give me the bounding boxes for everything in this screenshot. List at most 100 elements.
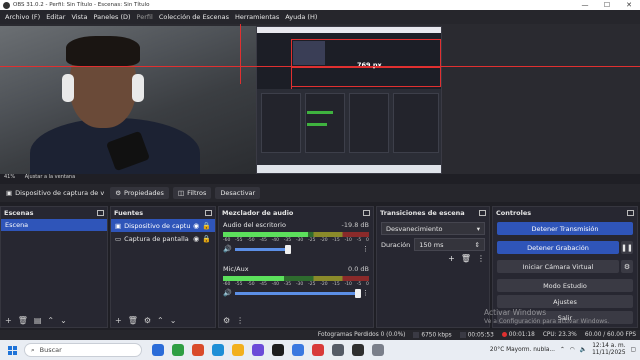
pinned-app-icon[interactable]	[192, 344, 204, 356]
pinned-app-icon[interactable]	[152, 344, 164, 356]
monitor-icon: ▭	[115, 234, 122, 243]
move-down-icon[interactable]: ⌄	[60, 316, 67, 325]
settings-button[interactable]: Ajustes	[497, 295, 633, 308]
lock-icon[interactable]: 🔒	[202, 222, 211, 230]
record-icon	[501, 332, 507, 337]
source-item-capture-device[interactable]: ▣ Dispositivo de captura d ◉ 🔒	[111, 219, 215, 232]
minimize-button[interactable]: —	[574, 1, 596, 9]
menu-coleccion-escenas[interactable]: Colección de Escenas	[156, 13, 232, 21]
scene-filters-icon[interactable]: ▤	[34, 316, 42, 325]
transition-type-select[interactable]: Desvanecimiento ▾	[381, 222, 485, 235]
speaker-icon[interactable]: 🔊	[223, 289, 232, 297]
fit-to-window[interactable]: Ajustar a la ventana	[25, 174, 75, 180]
gear-icon[interactable]: ⚙	[621, 260, 633, 273]
pinned-app-icon[interactable]	[252, 344, 264, 356]
fader-knob[interactable]	[355, 288, 361, 298]
move-down-icon[interactable]: ⌄	[170, 316, 177, 325]
speaker-icon[interactable]: 🔊	[223, 245, 232, 253]
scene-item[interactable]: Escena	[1, 219, 107, 231]
clock[interactable]: 12:14 a. m. 11/11/2025	[592, 343, 625, 357]
weather-widget[interactable]: 20°C Mayorm. nubla...	[490, 347, 555, 353]
fader-track[interactable]	[234, 244, 291, 254]
fader-knob[interactable]	[285, 244, 291, 254]
pinned-app-icon[interactable]	[312, 344, 324, 356]
menu-editar[interactable]: Editar	[43, 13, 68, 21]
pinned-app-icon[interactable]	[212, 344, 224, 356]
webcam-source-preview[interactable]	[0, 26, 256, 174]
pinned-app-icon[interactable]	[292, 344, 304, 356]
spinner-icon[interactable]: ⇕	[475, 241, 480, 249]
duration-input[interactable]: 150 ms ⇕	[414, 238, 485, 251]
cpu-usage: CPU: 23.3%	[542, 332, 577, 338]
volume-fader[interactable]: 🔊 ⋮	[223, 288, 369, 298]
move-up-icon[interactable]: ⌃	[157, 316, 164, 325]
undock-icon[interactable]	[205, 210, 212, 216]
menu-vista[interactable]: Vista	[68, 13, 90, 21]
move-up-icon[interactable]: ⌃	[47, 316, 54, 325]
mixer-channel-mic: Mic/Aux 0.0 dB -60 -55 -50 -45 -40 -35 -30 -25-…	[219, 263, 373, 307]
visibility-eye-icon[interactable]: ◉	[193, 222, 199, 230]
screen-capture-source-preview[interactable]: 769 px	[256, 26, 442, 174]
menu-herramientas[interactable]: Herramientas	[232, 13, 282, 21]
undock-icon[interactable]	[97, 210, 104, 216]
menu-perfil[interactable]: Perfil	[134, 13, 156, 21]
trash-icon[interactable]: 🗑	[128, 316, 138, 325]
maximize-button[interactable]: ☐	[596, 1, 618, 9]
close-button[interactable]: ✕	[618, 1, 640, 9]
menu-paneles[interactable]: Paneles (D)	[90, 13, 133, 21]
pinned-app-icon[interactable]	[332, 344, 344, 356]
volume-fader[interactable]: 🔊 ⋮	[223, 244, 369, 254]
sources-footer: + 🗑 ⚙ ⌃ ⌄	[111, 313, 215, 327]
trash-icon[interactable]: 🗑	[18, 316, 28, 325]
kebab-menu-icon[interactable]: ⋮	[362, 245, 369, 253]
window-title-bar: OBS 31.0.2 - Perfil: Sin Título - Escena…	[0, 0, 640, 10]
zoom-level[interactable]: 41%	[4, 174, 15, 180]
search-box[interactable]: ⌕ Buscar	[24, 343, 142, 357]
gear-icon[interactable]: ⚙	[223, 316, 230, 325]
lock-icon[interactable]: 🔒	[202, 235, 211, 243]
kebab-menu-icon[interactable]: ⋮	[236, 316, 244, 325]
undock-icon[interactable]	[627, 210, 634, 216]
pinned-app-icon[interactable]	[352, 344, 364, 356]
menu-archivo[interactable]: Archivo (F)	[2, 13, 43, 21]
audio-mixer-dock: Mezclador de audio Audio del escritorio …	[218, 206, 374, 328]
pinned-app-icon[interactable]	[172, 344, 184, 356]
properties-button[interactable]: ⚙ Propiedades	[110, 187, 169, 199]
volume-icon[interactable]: 🔈	[580, 347, 587, 353]
chevron-up-icon[interactable]: ⌃	[560, 347, 565, 353]
source-item-screen-capture[interactable]: ▭ Captura de pantalla ◉ 🔒	[111, 232, 215, 245]
visibility-eye-icon[interactable]: ◉	[193, 235, 199, 243]
add-icon[interactable]: +	[5, 316, 12, 325]
studio-mode-button[interactable]: Modo Estudio	[497, 279, 633, 292]
undock-icon[interactable]	[479, 210, 486, 216]
wifi-icon[interactable]: ◠	[570, 347, 575, 353]
meter-tick-label: -35	[283, 282, 292, 287]
start-button[interactable]	[4, 342, 20, 358]
stop-recording-button[interactable]: Detener Grabación	[497, 241, 619, 254]
pinned-app-icon[interactable]	[232, 344, 244, 356]
trash-icon[interactable]: 🗑	[461, 254, 471, 263]
scenes-dock: Escenas Escena + 🗑 ▤ ⌃ ⌄	[0, 206, 108, 328]
meter-tick-label: -55	[235, 282, 243, 287]
deactivate-button[interactable]: Desactivar	[215, 187, 261, 199]
filter-icon: ◫	[177, 189, 185, 197]
kebab-menu-icon[interactable]: ⋮	[362, 289, 369, 297]
stop-stream-button[interactable]: Detener Transmisión	[497, 222, 633, 235]
meter-tick-label: -15	[332, 282, 340, 287]
captured-meter-1	[307, 111, 333, 114]
activate-windows-watermark: Activar Windows Ve a Configuración para …	[484, 308, 610, 325]
start-virtual-camera-button[interactable]: Iniciar Cámara Virtual	[497, 260, 619, 273]
add-icon[interactable]: +	[448, 254, 455, 263]
pinned-app-icon[interactable]	[272, 344, 284, 356]
add-icon[interactable]: +	[115, 316, 122, 325]
filters-button[interactable]: ◫ Filtros	[172, 187, 212, 199]
fader-track[interactable]	[234, 288, 361, 298]
menu-ayuda[interactable]: Ayuda (H)	[282, 13, 320, 21]
notification-icon[interactable]: ▢	[631, 347, 636, 353]
kebab-menu-icon[interactable]: ⋮	[477, 254, 485, 263]
pinned-app-icon[interactable]	[372, 344, 384, 356]
meter-tick-label: -30	[295, 282, 304, 287]
undock-icon[interactable]	[363, 210, 370, 216]
gear-icon[interactable]: ⚙	[144, 316, 151, 325]
pause-icon[interactable]: ❚❚	[621, 241, 633, 254]
